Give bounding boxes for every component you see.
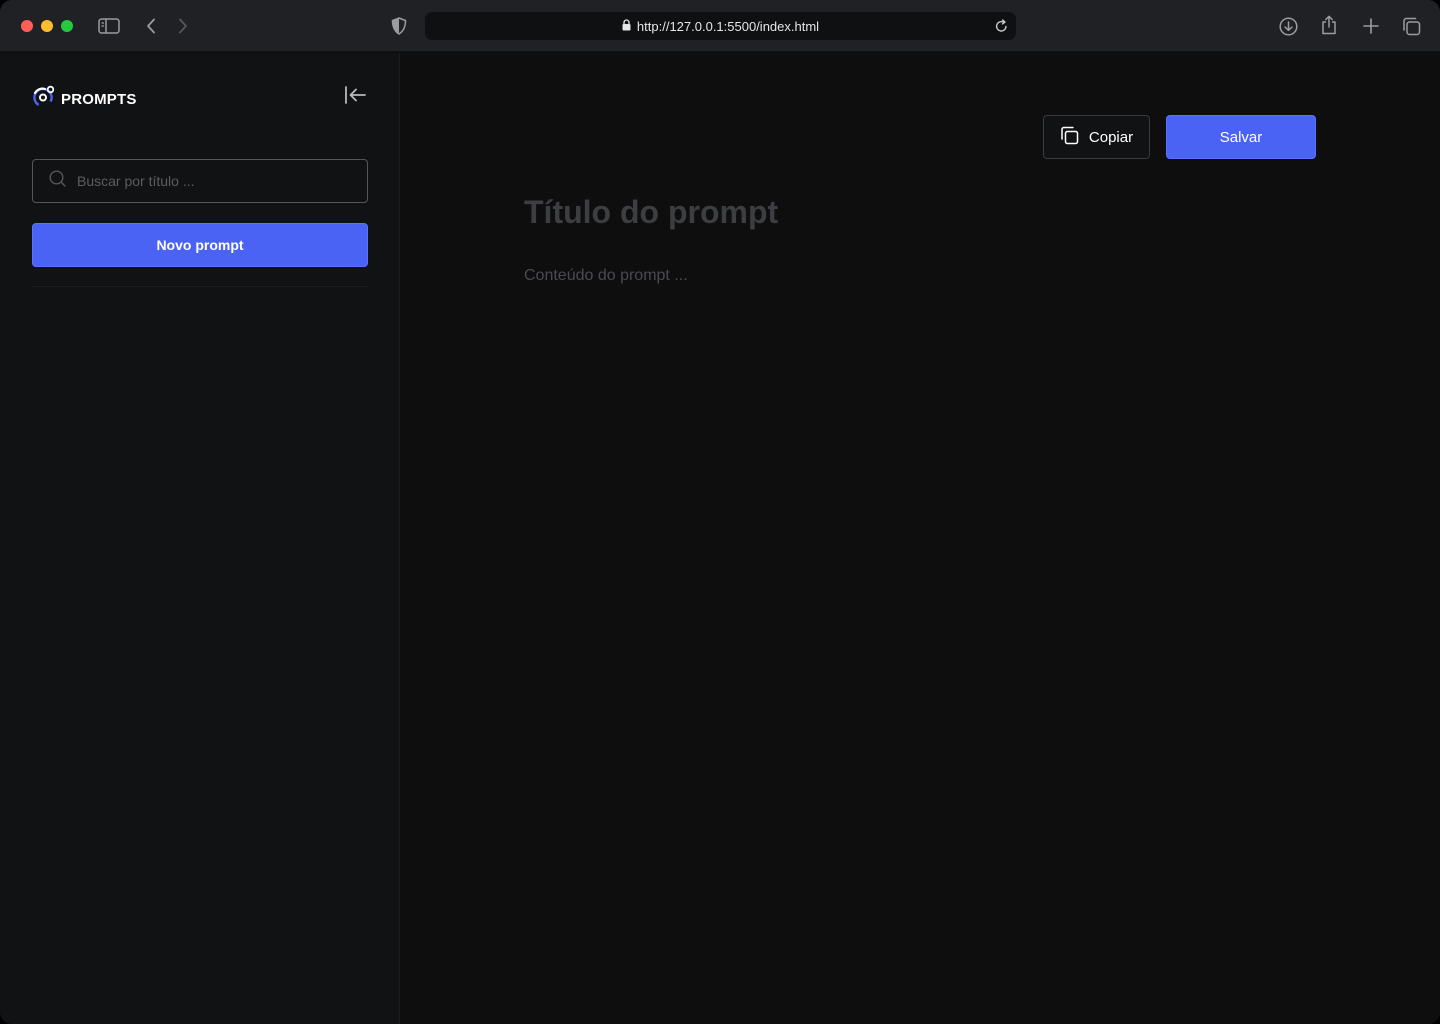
search-input[interactable]	[75, 172, 349, 190]
url-text: http://127.0.0.1:5500/index.html	[636, 18, 820, 34]
browser-toolbar: http://127.0.0.1:5500/index.html	[0, 0, 1440, 52]
window-minimize-button[interactable]	[41, 20, 53, 32]
brand: PROMPTS	[32, 85, 137, 114]
new-prompt-button[interactable]: Novo prompt	[32, 223, 368, 267]
sidebar: PROMPTS Novo prompt	[0, 53, 400, 1024]
prompt-content-input[interactable]	[524, 267, 1324, 867]
search-icon	[49, 170, 66, 192]
sidebar-divider	[32, 286, 368, 287]
back-icon[interactable]	[143, 16, 159, 36]
new-tab-icon[interactable]	[1361, 16, 1381, 36]
collapse-sidebar-icon	[344, 85, 366, 109]
copy-button[interactable]: Copiar	[1043, 115, 1150, 159]
privacy-shield-icon[interactable]	[389, 16, 409, 36]
collapse-sidebar-button[interactable]	[342, 85, 368, 109]
share-icon[interactable]	[1320, 14, 1338, 36]
download-icon[interactable]	[1278, 16, 1298, 36]
save-button[interactable]: Salvar	[1166, 115, 1316, 159]
copy-button-label: Copiar	[1088, 128, 1134, 146]
copy-icon	[1060, 126, 1079, 149]
search-field[interactable]	[32, 159, 368, 203]
sidebar-toggle-icon[interactable]	[97, 16, 121, 36]
lock-icon	[622, 18, 631, 34]
brand-name: PROMPTS	[61, 91, 137, 108]
prompts-logo-icon	[32, 85, 55, 114]
editor-panel: Copiar Salvar	[400, 53, 1440, 1024]
reload-icon[interactable]	[995, 19, 1008, 36]
window-maximize-button[interactable]	[61, 20, 73, 32]
browser-window: http://127.0.0.1:5500/index.html PROMPTS…	[0, 0, 1440, 1024]
prompt-title-input[interactable]	[524, 187, 1324, 237]
address-bar[interactable]: http://127.0.0.1:5500/index.html	[425, 12, 1016, 40]
tab-overview-icon[interactable]	[1401, 16, 1421, 36]
window-close-button[interactable]	[21, 20, 33, 32]
forward-icon[interactable]	[175, 16, 191, 36]
